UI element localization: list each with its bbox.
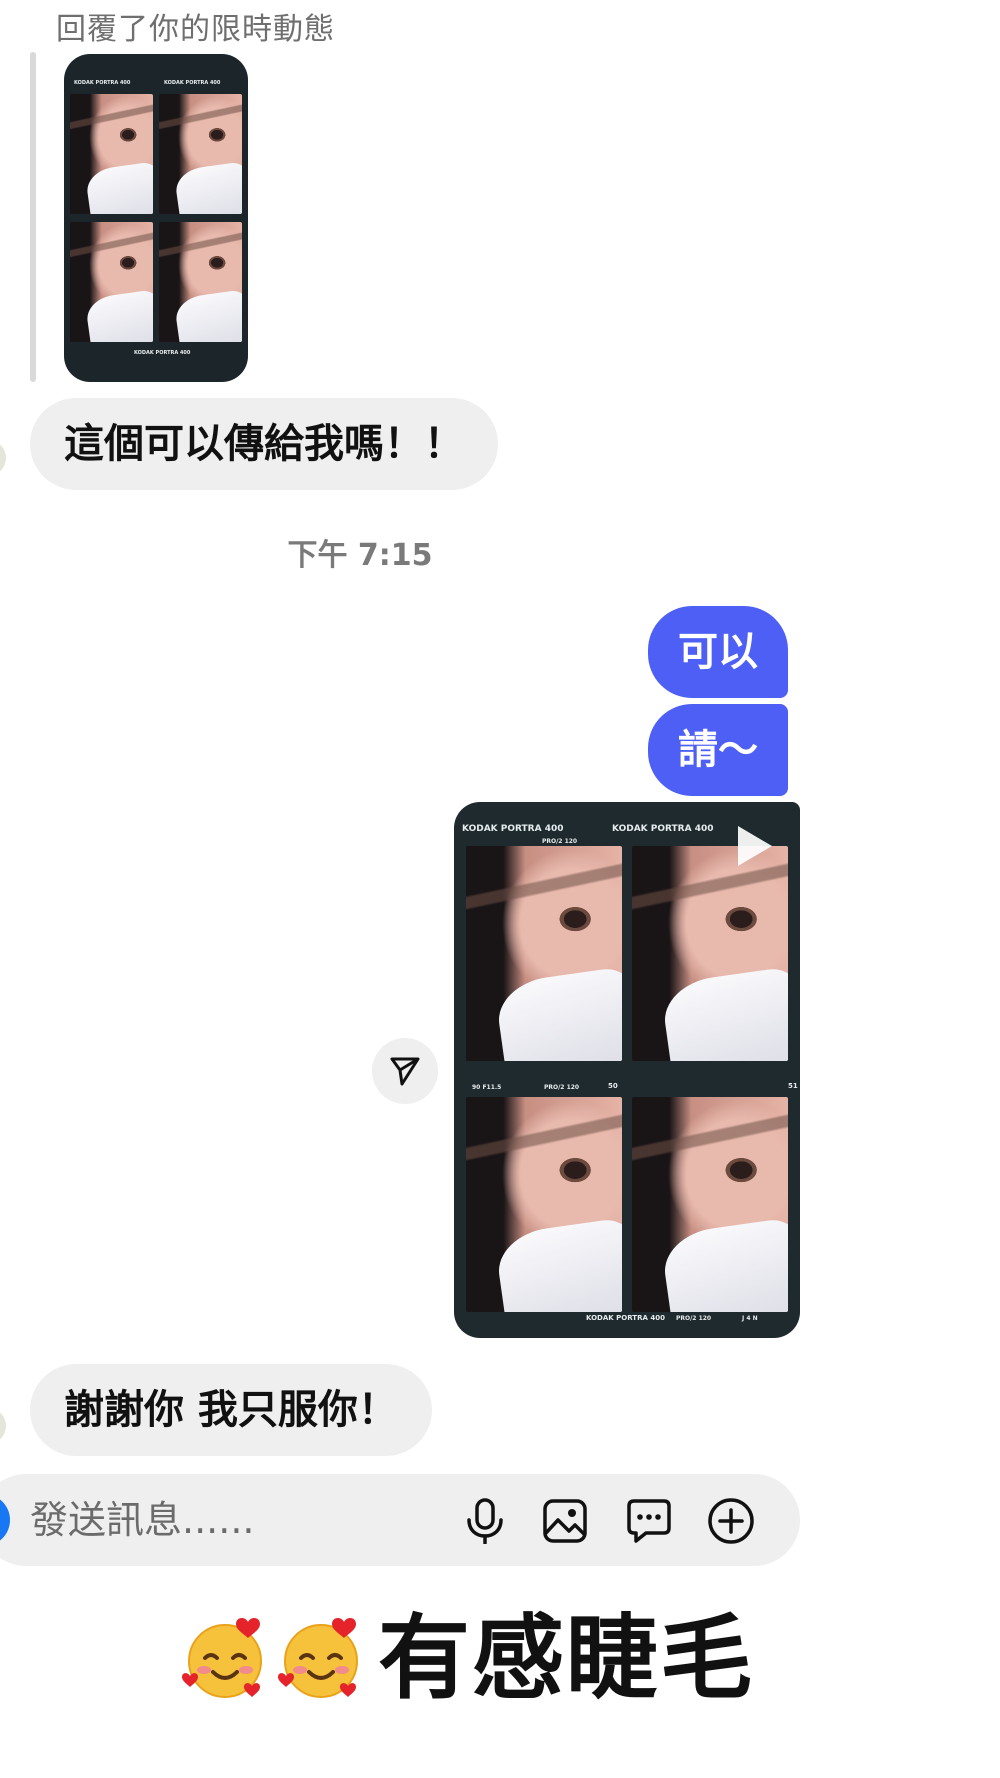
sticker-icon[interactable] <box>624 1496 674 1546</box>
video-frame-code: PRO/2 120 <box>544 1084 580 1091</box>
story-film-grid <box>70 94 242 342</box>
video-film-brand: KODAK PORTRA 400 <box>462 824 564 834</box>
message-text: 謝謝你 我只服你！ <box>64 1387 398 1433</box>
smiling-face-with-hearts-icon <box>182 1618 262 1698</box>
video-film-brand: KODAK PORTRA 400 <box>612 824 714 834</box>
share-button[interactable] <box>372 1038 438 1104</box>
video-frame-number: 50 <box>608 1082 618 1090</box>
play-icon[interactable] <box>726 820 778 872</box>
sent-message[interactable]: 請～ <box>648 704 788 796</box>
video-frame <box>632 846 788 1061</box>
received-message[interactable]: 這個可以傳給我嗎！！ <box>30 398 498 490</box>
story-frame <box>159 94 242 214</box>
send-icon <box>390 1057 420 1086</box>
video-frame-number: 51 <box>788 1082 798 1090</box>
caption-overlay: 有感睫毛 <box>180 1604 754 1714</box>
message-text: 可以 <box>678 629 758 675</box>
video-frame <box>466 846 622 1061</box>
story-frame <box>70 94 153 214</box>
microphone-icon[interactable] <box>460 1496 510 1546</box>
story-film-brand: KODAK PORTRA 400 <box>74 80 131 86</box>
message-input[interactable] <box>30 1494 450 1546</box>
received-message[interactable]: 謝謝你 我只服你！ <box>30 1364 432 1456</box>
story-frame <box>70 222 153 342</box>
message-text: 這個可以傳給我嗎！！ <box>64 421 464 467</box>
video-bottom-code: PRO/2 120 <box>676 1315 712 1322</box>
story-film-brand-right: KODAK PORTRA 400 <box>164 80 221 86</box>
sender-avatar[interactable] <box>0 440 6 476</box>
sender-avatar[interactable] <box>0 1408 6 1444</box>
video-frame-code: PRO/2 120 <box>542 838 578 845</box>
reply-quote-rule <box>30 52 36 382</box>
video-frame <box>466 1097 622 1312</box>
caption-text: 有感睫毛 <box>378 1605 755 1712</box>
image-icon[interactable] <box>540 1496 590 1546</box>
story-thumbnail[interactable]: KODAK PORTRA 400 KODAK PORTRA 400 KODAK … <box>64 54 248 382</box>
video-film-grid <box>466 846 788 1312</box>
video-bottom-brand: KODAK PORTRA 400 <box>586 1314 665 1322</box>
plus-circle-icon[interactable] <box>706 1496 756 1546</box>
video-frame <box>632 1097 788 1312</box>
message-timestamp: 下午 7:15 <box>287 538 433 573</box>
sent-video[interactable]: KODAK PORTRA 400 KODAK PORTRA 400 PRO/2 … <box>454 802 800 1338</box>
chat-screen: 回覆了你的限時動態 KODAK PORTRA 400 KODAK PORTRA … <box>0 0 1000 1778</box>
message-text: 請～ <box>678 727 758 773</box>
reply-story-label: 回覆了你的限時動態 <box>56 12 335 47</box>
sent-message[interactable]: 可以 <box>648 606 788 698</box>
video-frame-tag: 90 F11.5 <box>472 1084 502 1091</box>
story-frame <box>159 222 242 342</box>
video-bottom-marks: J 4 N <box>742 1315 758 1322</box>
story-film-code: KODAK PORTRA 400 <box>134 350 191 356</box>
smiling-face-with-hearts-icon <box>278 1618 358 1698</box>
